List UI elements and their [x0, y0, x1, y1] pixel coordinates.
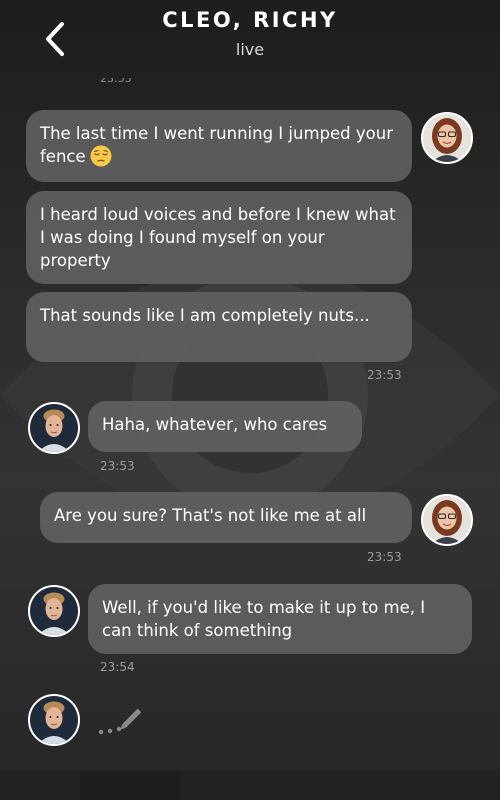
pencil-icon [120, 709, 141, 730]
cleo-avatar-image [423, 114, 471, 162]
message-timestamp: 23:53 [367, 550, 402, 564]
message-text: That sounds like I am completely nuts... [40, 306, 370, 325]
avatar-cleo[interactable] [421, 112, 473, 164]
message-text: I heard loud voices and before I knew wh… [40, 205, 396, 270]
avatar-richy[interactable] [28, 585, 80, 637]
message-text: Are you sure? That's not like me at all [54, 506, 367, 525]
message-bubble-richy[interactable]: Well, if you'd like to make it up to me,… [88, 584, 472, 654]
chat-title: CLEO, RICHY [162, 8, 338, 32]
avatar-richy[interactable] [28, 694, 80, 746]
message-bubble-cleo[interactable]: The last time I went running I jumped yo… [26, 110, 412, 182]
typing-indicator [98, 709, 141, 735]
message-timestamp: 23:53 [367, 368, 402, 382]
message-bubble-cleo[interactable]: I heard loud voices and before I knew wh… [26, 191, 412, 284]
message-bubble-cleo[interactable]: Are you sure? That's not like me at all [40, 492, 412, 543]
message-text: Well, if you'd like to make it up to me,… [102, 598, 426, 640]
chat-header: CLEO, RICHY live [0, 0, 500, 80]
richy-avatar-image [30, 404, 78, 452]
richy-avatar-image [30, 587, 78, 635]
richy-avatar-image [30, 696, 78, 744]
message-timestamp-cut: 23:53 [100, 78, 132, 85]
typing-dot [107, 728, 113, 734]
avatar-richy[interactable] [28, 402, 80, 454]
cleo-avatar-image [423, 496, 471, 544]
typing-dot [98, 729, 104, 735]
pensive-face-icon [90, 145, 112, 167]
message-bubble-richy[interactable]: Haha, whatever, who cares [88, 401, 362, 452]
typing-dot [116, 726, 122, 732]
message-bubble-cleo[interactable]: That sounds like I am completely nuts... [26, 292, 412, 362]
message-timestamp: 23:54 [100, 660, 135, 674]
chat-status: live [235, 40, 265, 59]
message-timestamp: 23:53 [100, 459, 135, 473]
avatar-cleo[interactable] [421, 494, 473, 546]
message-text: Haha, whatever, who cares [102, 415, 328, 434]
